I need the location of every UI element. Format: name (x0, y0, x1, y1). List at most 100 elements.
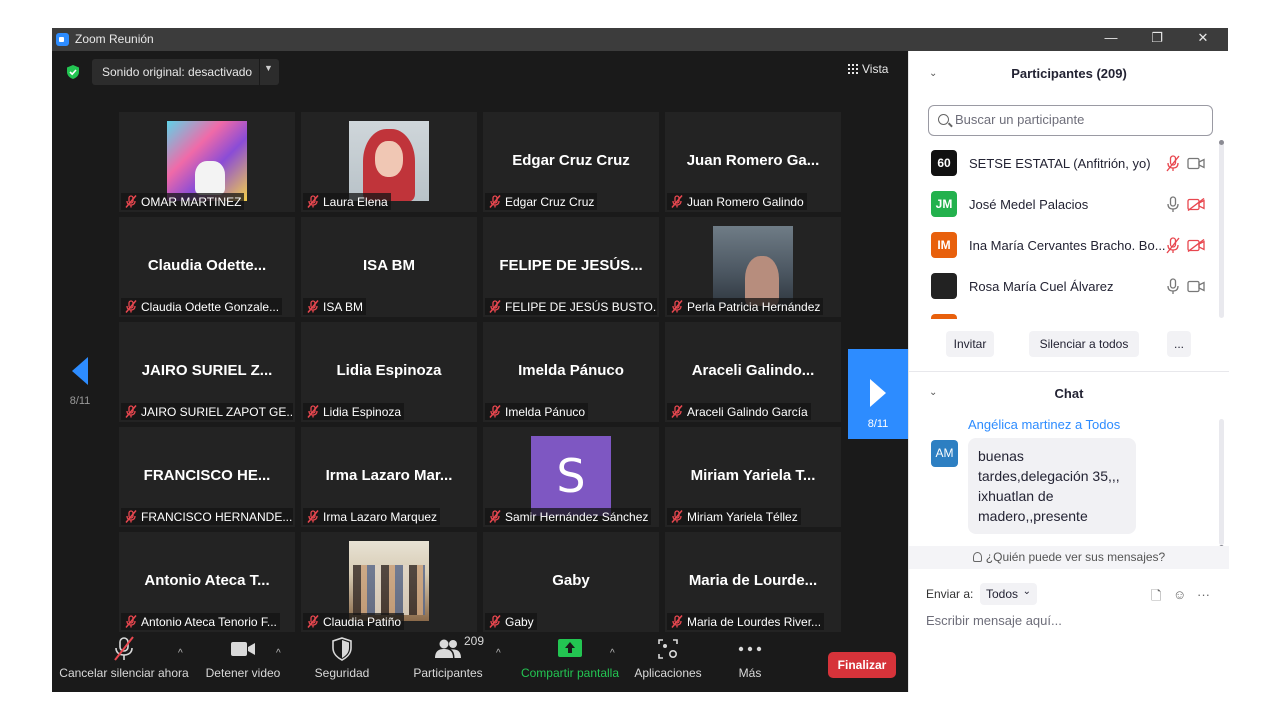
original-sound-toggle[interactable]: Sonido original: desactivado ▼ (92, 59, 279, 85)
mute-all-button[interactable]: Silenciar a todos (1029, 331, 1139, 357)
tile-label-text: Irma Lazaro Marquez (323, 510, 438, 524)
participant-search-input[interactable] (955, 112, 1205, 127)
tile-name-label: Juan Romero Galindo (667, 193, 807, 210)
video-tile[interactable]: Edgar Cruz Cruz Edgar Cruz Cruz (483, 112, 659, 212)
video-tile[interactable]: Irma Lazaro Mar... Irma Lazaro Marquez (301, 427, 477, 527)
audio-options-caret-icon[interactable]: ^ (178, 648, 183, 659)
title-bar: Zoom Reunión — ❐ ✕ (52, 28, 1228, 51)
participant-video (349, 541, 429, 621)
minimize-button[interactable]: — (1096, 30, 1126, 48)
video-tile[interactable]: OMAR MARTINEZ (119, 112, 295, 212)
video-tile[interactable]: Juan Romero Ga... Juan Romero Galindo (665, 112, 841, 212)
video-tile[interactable]: Perla Patricia Hernández (665, 217, 841, 317)
participant-row[interactable]: IM Ina María Cervantes Bracho. Bo... (909, 225, 1219, 266)
stop-video-button[interactable]: Detener video (200, 632, 286, 692)
chat-sender[interactable]: Angélica martinez a Todos (968, 417, 1120, 432)
video-tile[interactable]: Miriam Yariela T... Miriam Yariela Téllez (665, 427, 841, 527)
tile-label-text: Claudia Odette Gonzale... (141, 300, 280, 314)
tile-label-text: FELIPE DE JESÚS BUSTO... (505, 300, 657, 314)
view-label: Vista (862, 62, 889, 76)
participant-avatar: 60 (931, 150, 957, 176)
participants-count: 209 (464, 634, 485, 648)
share-options-caret-icon[interactable]: ^ (610, 648, 615, 659)
who-can-see-messages[interactable]: ¿Quién puede ver sus mensajes? (909, 546, 1229, 569)
video-tile[interactable]: JAIRO SURIEL Z... JAIRO SURIEL ZAPOT GE..… (119, 322, 295, 422)
next-page-button[interactable]: 8/11 (848, 349, 908, 439)
video-tile[interactable]: Laura Elena (301, 112, 477, 212)
chat-avatar: AM (931, 440, 958, 467)
tile-name-label: Perla Patricia Hernández (667, 298, 824, 315)
tile-name-label: FELIPE DE JESÚS BUSTO... (485, 298, 657, 315)
video-grid: OMAR MARTINEZ Laura Elena Edgar Cruz Cruz E… (119, 112, 842, 632)
share-screen-button[interactable]: Compartir pantalla (516, 632, 624, 692)
video-tile[interactable]: Claudia Patiño (301, 532, 477, 632)
person-icon (972, 552, 982, 562)
participant-row[interactable]: 60 SETSE ESTATAL (Anfitrión, yo) (909, 143, 1219, 184)
apps-icon (658, 639, 678, 659)
emoji-icon[interactable]: ☺ (1173, 587, 1186, 602)
tile-name-label: OMAR MARTINEZ (121, 193, 245, 210)
participant-row[interactable]: Rosa María Cuel Álvarez (909, 266, 1219, 307)
more-button[interactable]: Más (722, 632, 778, 692)
participant-row[interactable]: JM José Medel Palacios (909, 184, 1219, 225)
chevron-down-icon[interactable]: ▼ (264, 63, 273, 73)
tile-label-text: Perla Patricia Hernández (687, 300, 821, 314)
video-tile[interactable]: Antonio Ateca T... Antonio Ateca Tenorio … (119, 532, 295, 632)
security-button[interactable]: Seguridad (306, 632, 378, 692)
video-tile[interactable]: Imelda Pánuco Imelda Pánuco (483, 322, 659, 422)
video-options-caret-icon[interactable]: ^ (276, 648, 281, 659)
video-tile[interactable]: ISA BM ISA BM (301, 217, 477, 317)
video-tile[interactable]: Lidia Espinoza Lidia Espinoza (301, 322, 477, 422)
tile-label-text: Juan Romero Galindo (687, 195, 804, 209)
tile-name-label: Maria de Lourdes River... (667, 613, 825, 630)
participant-row[interactable] (909, 307, 1219, 319)
restore-button[interactable]: ❐ (1142, 30, 1172, 48)
chat-more-icon[interactable]: ··· (1197, 587, 1210, 602)
apps-button[interactable]: Aplicaciones (630, 632, 706, 692)
chat-title: Chat (1054, 386, 1084, 401)
tile-display-name: FRANCISCO HE... (143, 467, 271, 484)
participants-more-button[interactable]: ... (1167, 331, 1191, 357)
side-panel: ⌄ Participantes (209) 60 SETSE ESTATAL (A… (908, 51, 1229, 692)
chat-scrollbar[interactable] (1219, 419, 1224, 550)
invite-button[interactable]: Invitar (946, 331, 994, 357)
view-button[interactable]: Vista (848, 62, 888, 76)
page-indicator-right: 8/11 (867, 418, 889, 430)
tile-name-label: ISA BM (303, 298, 367, 315)
tile-label-text: OMAR MARTINEZ (141, 195, 242, 209)
close-button[interactable]: ✕ (1188, 30, 1218, 48)
chat-message-input[interactable] (926, 613, 1216, 628)
tile-label-text: ISA BM (323, 300, 364, 314)
participants-title: Participantes (209) (1011, 66, 1127, 81)
file-icon[interactable]: 🗋 (1151, 587, 1161, 609)
video-tile[interactable]: FRANCISCO HE... FRANCISCO HERNANDE... (119, 427, 295, 527)
video-tile[interactable]: Claudia Odette... Claudia Odette Gonzale.… (119, 217, 295, 317)
unmute-label: Cancelar silenciar ahora (59, 666, 189, 680)
tile-display-name: Lidia Espinoza (336, 362, 442, 379)
encryption-shield-icon[interactable] (66, 65, 80, 79)
video-tile[interactable]: Araceli Galindo... Araceli Galindo García (665, 322, 841, 422)
video-tile[interactable]: S Samir Hernández Sánchez (483, 427, 659, 527)
tile-display-name: Miriam Yariela T... (690, 467, 816, 484)
video-tile[interactable]: Maria de Lourde... Maria de Lourdes River… (665, 532, 841, 632)
tile-label-text: Lidia Espinoza (323, 405, 402, 419)
who-can-see-label: ¿Quién puede ver sus mensajes? (985, 550, 1166, 564)
video-tile[interactable]: FELIPE DE JESÚS... FELIPE DE JESÚS BUSTO.… (483, 217, 659, 317)
tile-label-text: Antonio Ateca Tenorio F... (141, 615, 277, 629)
zoom-app-icon (56, 33, 69, 46)
video-tile[interactable]: Gaby Gaby (483, 532, 659, 632)
end-meeting-button[interactable]: Finalizar (828, 652, 896, 678)
security-shield-icon (332, 637, 352, 661)
participant-list-scrollbar[interactable] (1219, 140, 1224, 318)
participants-button[interactable]: 209 Participantes (404, 632, 492, 692)
previous-page-button[interactable]: 8/11 (60, 351, 100, 421)
participants-options-caret-icon[interactable]: ^ (496, 648, 501, 659)
participants-icon (435, 639, 461, 658)
panel-divider (909, 371, 1229, 372)
unmute-button[interactable]: Cancelar silenciar ahora (58, 632, 190, 692)
send-to-select[interactable]: Todos ⌄ (980, 583, 1037, 605)
share-screen-label: Compartir pantalla (520, 666, 620, 680)
participant-search[interactable] (928, 105, 1213, 136)
zoom-window: Zoom Reunión — ❐ ✕ Sonido original: desa… (52, 28, 1229, 692)
meeting-toolbar: Cancelar silenciar ahora ^ Detener video… (52, 632, 908, 692)
